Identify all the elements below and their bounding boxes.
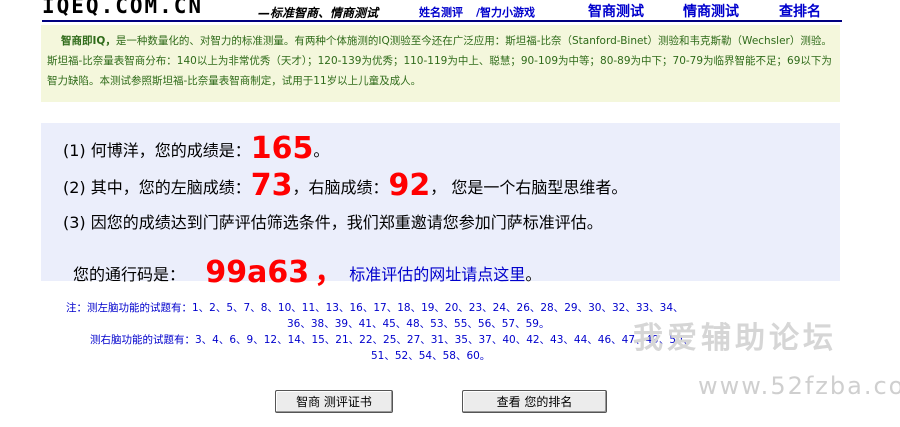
- notes-left-line1: 注：测左脑功能的试题有：1、2、5、7、8、10、11、13、16、17、18、…: [66, 300, 684, 315]
- result-line-mensa: (3) 因您的成绩达到门萨评估筛选条件，我们郑重邀请您参加门萨标准评估。: [63, 213, 603, 232]
- notes-left-label: 注：测左脑功能的试题有：: [66, 302, 192, 314]
- nav-ranking[interactable]: 查排名: [779, 1, 821, 21]
- passcode-value: 99a63: [205, 255, 310, 290]
- nav-eq-test[interactable]: 情商测试: [683, 1, 739, 21]
- watermark-text: 我爱辅助论坛: [633, 321, 837, 356]
- nav-name-test[interactable]: 姓名测评: [419, 4, 463, 20]
- result-line-passcode: 您的通行码是： 99a63 ， 标准评估的网址请点这里。: [73, 245, 542, 290]
- watermark-url: www.52fzba.com: [698, 372, 900, 400]
- intro-lead: 智商即IQ，: [61, 35, 116, 47]
- passcode-sep: ，: [314, 255, 345, 290]
- notes-right-items: 3、4、6、9、12、14、15、21、22、25、27、31、35、37、40…: [195, 334, 694, 346]
- right-brain-score: 92: [388, 168, 431, 203]
- notes-left-line2: 36、38、39、41、45、48、53、55、56、57、59。: [287, 318, 550, 330]
- intro-panel: 智商即IQ，是一种数量化的、对智力的标准测量。有两种个体施测的IQ测验至今还在广…: [41, 25, 840, 102]
- nav-iq-test[interactable]: 智商测试: [588, 1, 644, 21]
- notes-right-line1: 测右脑功能的试题有：3、4、6、9、12、14、15、21、22、25、27、3…: [90, 332, 693, 347]
- site-tagline: —标准智商、情商测试: [258, 6, 379, 20]
- site-logo[interactable]: IQEQ.COM.CN: [42, 0, 203, 18]
- intro-text: 是一种数量化的、对智力的标准测量。有两种个体施测的IQ测验至今还在广泛应用：斯坦…: [47, 35, 832, 87]
- nav-mini-games[interactable]: /智力小游戏: [476, 4, 535, 20]
- assessment-link[interactable]: 标准评估的网址请点这里: [349, 265, 525, 284]
- right-brain-label: ，右脑成绩：: [292, 178, 389, 197]
- result-line-total: (1) 何博洋，您的成绩是：165。: [63, 129, 330, 166]
- site-header: IQEQ.COM.CN —标准智商、情商测试 姓名测评 /智力小游戏 智商测试 …: [0, 0, 900, 24]
- left-brain-label: (2) 其中，您的左脑成绩：: [63, 178, 251, 197]
- total-label: (1) 何博洋，您的成绩是：: [63, 141, 251, 160]
- total-score: 165: [250, 131, 314, 166]
- notes-right-line2: 51、52、54、58、60。: [371, 350, 491, 362]
- total-suffix: 。: [313, 141, 330, 160]
- result-panel: (1) 何博洋，您的成绩是：165。 (2) 其中，您的左脑成绩：73，右脑成绩…: [41, 123, 840, 290]
- left-brain-score: 73: [250, 168, 293, 203]
- ranking-button[interactable]: 查看 您的排名: [462, 390, 607, 413]
- brain-type-text: ， 您是一个右脑型思维者。: [430, 178, 628, 197]
- passcode-label: 您的通行码是：: [73, 265, 186, 284]
- certificate-button[interactable]: 智商 测评证书: [275, 390, 393, 413]
- result-line-brain: (2) 其中，您的左脑成绩：73，右脑成绩：92， 您是一个右脑型思维者。: [63, 166, 628, 203]
- passcode-end: 。: [525, 265, 542, 284]
- header-divider: [42, 20, 842, 22]
- notes-right-label: 测右脑功能的试题有：: [90, 334, 195, 346]
- notes-left-items: 1、2、5、7、8、10、11、13、16、17、18、19、20、23、24、…: [192, 302, 684, 314]
